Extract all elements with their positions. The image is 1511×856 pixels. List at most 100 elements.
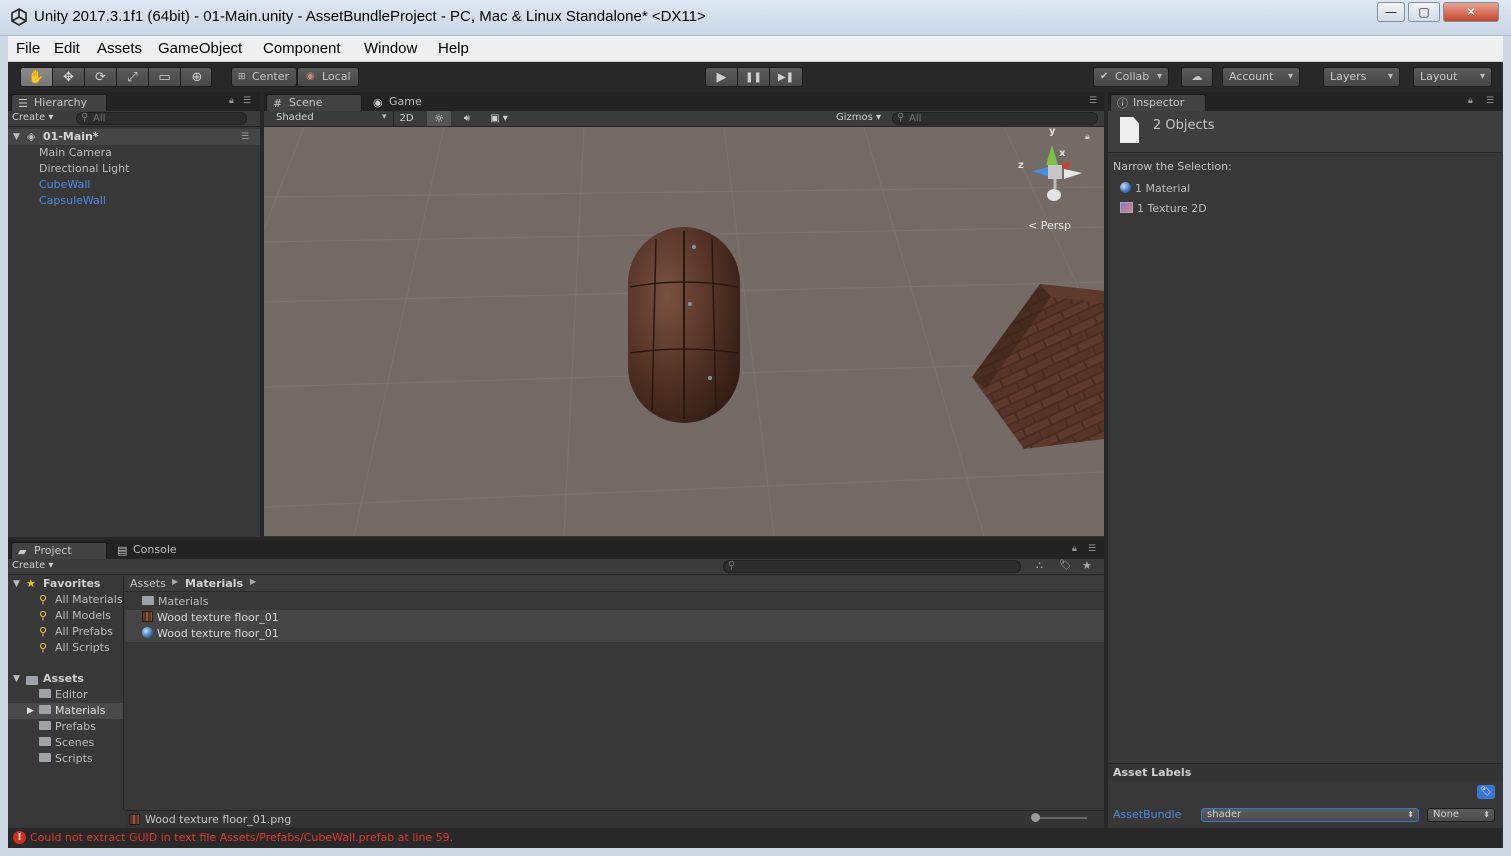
tab-project[interactable]: ▰ Project <box>11 542 107 559</box>
texture-icon <box>129 814 140 825</box>
hierarchy-item-main-camera[interactable]: Main Camera <box>8 145 260 161</box>
folder-prefabs[interactable]: Prefabs <box>8 719 123 735</box>
pivot-local-button[interactable]: ◉ Local <box>297 67 359 87</box>
favorite-all-materials[interactable]: ⚲ All Materials <box>8 592 123 608</box>
persp-toggle[interactable]: < Persp <box>1028 219 1071 232</box>
rect-tool-button[interactable]: ▭ <box>149 68 181 86</box>
materials-expand-icon[interactable]: ▶ <box>27 703 34 719</box>
folder-scripts[interactable]: Scripts <box>8 751 123 767</box>
status-message[interactable]: Could not extract GUID in text file Asse… <box>30 831 453 844</box>
favorite-all-prefabs[interactable]: ⚲ All Prefabs <box>8 624 123 640</box>
shading-mode-dropdown[interactable]: Shaded <box>276 112 314 123</box>
scene-row[interactable]: ▼ ◈ 01-Main* ☰ <box>8 129 260 145</box>
hierarchy-item-directional-light[interactable]: Directional Light <box>8 161 260 177</box>
lock-icon[interactable]: 🔒︎ <box>229 96 234 106</box>
narrow-material-item[interactable]: 1 Material <box>1120 181 1503 197</box>
favorite-all-scripts[interactable]: ⚲ All Scripts <box>8 640 123 656</box>
favorites-expand-icon[interactable]: ▼ <box>13 576 20 592</box>
expand-arrow-icon[interactable]: ▼ <box>13 129 20 145</box>
minimize-button[interactable]: — <box>1377 2 1405 22</box>
assets-expand-icon[interactable]: ▼ <box>13 671 20 687</box>
filter-by-label-icon[interactable]: 🏷︎ <box>1059 560 1072 571</box>
menu-assets[interactable]: Assets <box>97 40 142 57</box>
file-row-texture[interactable]: Wood texture floor_01 <box>125 610 1104 626</box>
cloud-button[interactable]: ☁ <box>1181 67 1213 87</box>
layers-dropdown[interactable]: Layers <box>1323 67 1400 87</box>
hierarchy-search-input[interactable]: All <box>76 112 247 125</box>
tab-scene[interactable]: # Scene <box>266 94 362 111</box>
capsule-wall-object[interactable] <box>628 227 740 423</box>
slider-handle[interactable] <box>1031 813 1040 822</box>
menu-edit[interactable]: Edit <box>54 40 80 57</box>
console-icon: ▤ <box>117 544 128 557</box>
pivot-center-button[interactable]: ⊞ Center <box>231 67 297 87</box>
scene-menu-icon[interactable]: ☰ <box>241 129 249 145</box>
menu-gameobject[interactable]: GameObject <box>158 40 242 57</box>
filter-by-type-icon[interactable]: ⛬ <box>1036 560 1043 571</box>
inspector-menu-icon[interactable]: ☰ <box>1486 96 1494 106</box>
status-bar[interactable]: ! Could not extract GUID in text file As… <box>8 828 1503 848</box>
maximize-button[interactable]: ▢ <box>1408 2 1440 22</box>
project-menu-icon[interactable]: ☰ <box>1088 544 1096 554</box>
project-lock-icon[interactable]: 🔒︎ <box>1072 544 1077 554</box>
tag-icon[interactable]: 🏷︎ <box>1477 785 1495 799</box>
unity-editor: ✋ ✥ ⟳ ⤢ ▭ ⊕ ⊞ Center ◉ Local ▶ ❚❚ ▶❚ ✔ C… <box>8 62 1503 848</box>
project-create-dropdown[interactable]: Create ▾ <box>12 560 53 571</box>
scene-viewport[interactable]: y z x 🔒︎ < Persp <box>264 127 1104 536</box>
breadcrumb-materials[interactable]: Materials <box>185 577 243 590</box>
scene-lighting-icon[interactable]: ☼ <box>427 111 451 126</box>
2d-toggle-button[interactable]: 2D <box>393 111 419 126</box>
variant-dropdown[interactable]: None ⬍ <box>1427 808 1495 822</box>
transform-tool-button[interactable]: ⊕ <box>181 68 211 86</box>
hand-tool-button[interactable]: ✋ <box>21 68 53 86</box>
scene-effects-icon[interactable]: ▣ ▾ <box>483 111 515 126</box>
assetbundle-dropdown[interactable]: shader ⬍ <box>1201 808 1419 822</box>
scene-audio-icon[interactable]: 🔊︎ <box>455 111 479 126</box>
favorites-row[interactable]: ▼ ★ Favorites <box>8 576 123 592</box>
pause-button[interactable]: ❚❚ <box>738 68 770 86</box>
project-search-input[interactable] <box>723 560 1021 573</box>
inspector-lock-icon[interactable]: 🔒︎ <box>1468 96 1473 106</box>
hierarchy-item-cubewall[interactable]: CubeWall <box>8 177 260 193</box>
tab-hierarchy[interactable]: ☰ Hierarchy <box>11 94 107 111</box>
account-dropdown[interactable]: Account <box>1222 67 1300 87</box>
breadcrumb-assets[interactable]: Assets <box>130 577 166 590</box>
favorite-star-icon[interactable]: ★ <box>1082 559 1092 572</box>
tab-inspector[interactable]: ⓘ Inspector <box>1110 94 1206 111</box>
menu-window[interactable]: Window <box>364 40 417 57</box>
play-button[interactable]: ▶ <box>706 68 738 86</box>
move-tool-button[interactable]: ✥ <box>53 68 85 86</box>
favorite-all-models[interactable]: ⚲ All Models <box>8 608 123 624</box>
panel-menu-icon[interactable]: ☰ <box>243 96 251 106</box>
narrow-texture-item[interactable]: 1 Texture 2D <box>1120 201 1503 217</box>
scene-name: 01-Main* <box>43 130 99 143</box>
file-row-material[interactable]: Wood texture floor_01 <box>125 626 1104 642</box>
tab-game[interactable]: ◉ Game <box>367 94 447 111</box>
tab-console[interactable]: ▤ Console <box>111 542 191 559</box>
scene-search-input[interactable]: All <box>892 112 1098 125</box>
scale-tool-button[interactable]: ⤢ <box>117 68 149 86</box>
layout-dropdown[interactable]: Layout <box>1413 67 1492 87</box>
hierarchy-create-dropdown[interactable]: Create ▾ <box>12 112 53 123</box>
icon-size-slider[interactable] <box>1031 813 1087 822</box>
folder-scenes[interactable]: Scenes <box>8 735 123 751</box>
folder-materials[interactable]: ▶ Materials <box>8 703 123 719</box>
rotate-tool-button[interactable]: ⟳ <box>85 68 117 86</box>
gizmos-dropdown[interactable]: Gizmos ▾ <box>836 112 881 123</box>
gizmo-lock-icon[interactable]: 🔒︎ <box>1085 132 1090 142</box>
step-button[interactable]: ▶❚ <box>770 68 802 86</box>
menu-file[interactable]: File <box>16 40 40 57</box>
collab-dropdown[interactable]: ✔ Collab <box>1093 67 1169 87</box>
cube-wall-object[interactable] <box>972 284 1104 449</box>
favorite-all-prefabs-label: All Prefabs <box>55 625 113 638</box>
scene-orientation-gizmo[interactable]: y z x 🔒︎ < Persp <box>1012 127 1102 237</box>
assets-root-row[interactable]: ▼ Assets <box>8 671 123 687</box>
menu-help[interactable]: Help <box>438 40 469 57</box>
folder-editor[interactable]: Editor <box>8 687 123 703</box>
tab-project-label: Project <box>34 544 72 557</box>
menu-component[interactable]: Component <box>263 40 341 57</box>
hierarchy-item-capsulewall[interactable]: CapsuleWall <box>8 193 260 209</box>
scene-panel-menu-icon[interactable]: ☰ <box>1089 96 1097 106</box>
close-button[interactable]: ✕ <box>1443 2 1499 22</box>
file-row-materials-folder[interactable]: Materials <box>125 594 1104 610</box>
